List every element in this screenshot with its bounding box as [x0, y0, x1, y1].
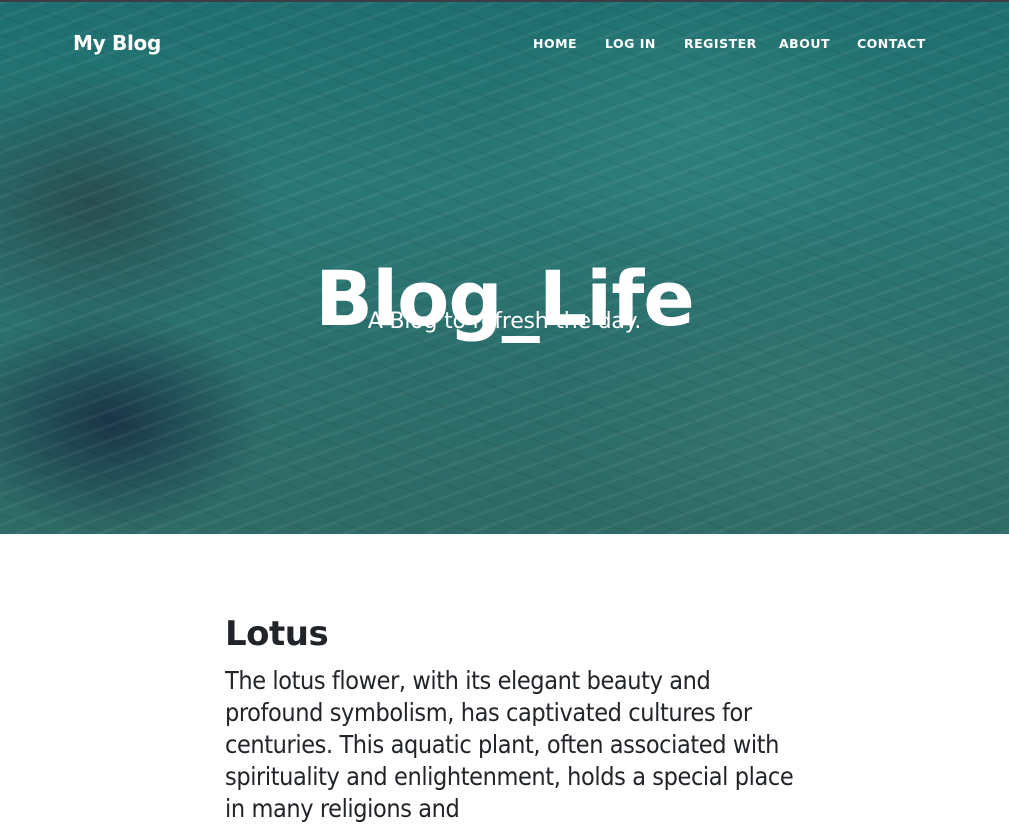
- nav-log-in[interactable]: LOG IN: [605, 36, 656, 51]
- nav-home[interactable]: HOME: [533, 36, 577, 51]
- nav-register[interactable]: REGISTER: [684, 36, 757, 51]
- post-title[interactable]: Lotus: [225, 612, 805, 656]
- hero-header: My Blog HOME LOG IN REGISTER ABOUT CONTA…: [0, 2, 1009, 534]
- nav-contact[interactable]: CONTACT: [857, 36, 926, 51]
- main-nav: HOME LOG IN REGISTER ABOUT CONTACT: [0, 36, 1009, 56]
- nav-about[interactable]: ABOUT: [779, 36, 830, 51]
- post-excerpt: The lotus flower, with its elegant beaut…: [225, 666, 794, 823]
- post-preview[interactable]: Lotus The lotus flower, with its elegant…: [225, 612, 805, 825]
- site-subtitle: A Blog to refresh the day.: [367, 309, 642, 334]
